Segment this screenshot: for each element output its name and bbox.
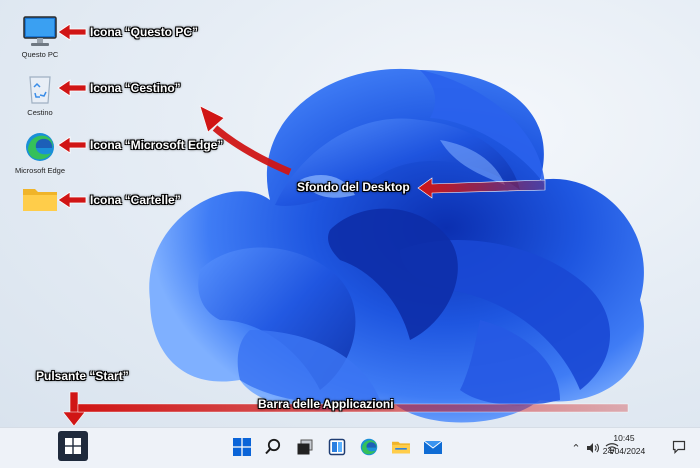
clock-time: 10:45 bbox=[613, 433, 635, 443]
desktop-icon-folder[interactable] bbox=[10, 184, 70, 216]
desktop-wallpaper bbox=[149, 68, 644, 423]
taskbar-task-view-button[interactable] bbox=[290, 432, 320, 462]
task-view-icon bbox=[297, 439, 313, 455]
desktop-icon-label: Questo PC bbox=[21, 50, 59, 59]
taskbar-file-explorer-button[interactable] bbox=[386, 432, 416, 462]
desktop-icon-recycle-bin[interactable]: Cestino bbox=[10, 72, 70, 117]
annotation-cartelle: Icona “Cartelle” bbox=[90, 193, 181, 207]
annotation-questo-pc: Icona “Questo PC” bbox=[90, 25, 199, 39]
taskbar-clock[interactable]: 10:45 24/04/2024 bbox=[594, 432, 654, 458]
windows-icon bbox=[233, 438, 251, 456]
desktop-icon-label: Microsoft Edge bbox=[14, 166, 66, 175]
taskbar-mail-button[interactable] bbox=[418, 432, 448, 462]
mail-icon bbox=[423, 440, 443, 454]
annotation-barra: Barra delle Applicazioni bbox=[258, 397, 394, 411]
taskbar-search-button[interactable] bbox=[258, 432, 288, 462]
desktop[interactable]: Questo PC Cestino Microsoft Edge bbox=[0, 0, 700, 427]
notifications-button[interactable] bbox=[668, 432, 690, 462]
chevron-up-icon[interactable]: ⌃ bbox=[569, 442, 583, 455]
desktop-icon-edge[interactable]: Microsoft Edge bbox=[10, 130, 70, 175]
search-icon bbox=[265, 438, 281, 455]
clock-date: 24/04/2024 bbox=[602, 446, 646, 456]
start-button[interactable] bbox=[58, 431, 88, 461]
edge-icon bbox=[360, 438, 378, 456]
notification-icon bbox=[672, 440, 686, 454]
edge-icon bbox=[26, 133, 54, 161]
monitor-icon bbox=[23, 16, 57, 46]
recycle-bin-icon bbox=[29, 76, 51, 104]
file-explorer-icon bbox=[392, 441, 410, 454]
annotation-cestino: Icona “Cestino” bbox=[90, 81, 181, 95]
taskbar-edge-button[interactable] bbox=[354, 432, 384, 462]
desktop-icon-this-pc[interactable]: Questo PC bbox=[10, 14, 70, 59]
taskbar[interactable]: ⌃ 10:45 24/04/2024 bbox=[0, 427, 700, 468]
annotation-edge: Icona “Microsoft Edge” bbox=[90, 138, 224, 152]
annotation-sfondo: Sfondo del Desktop bbox=[297, 180, 410, 194]
folder-icon bbox=[23, 189, 57, 211]
taskbar-widgets-button[interactable] bbox=[322, 432, 352, 462]
annotation-start: Pulsante “Start” bbox=[36, 369, 129, 383]
widgets-icon bbox=[328, 438, 346, 456]
taskbar-start-center[interactable] bbox=[227, 432, 257, 462]
desktop-icon-label: Cestino bbox=[27, 108, 53, 117]
windows-icon bbox=[65, 438, 81, 454]
